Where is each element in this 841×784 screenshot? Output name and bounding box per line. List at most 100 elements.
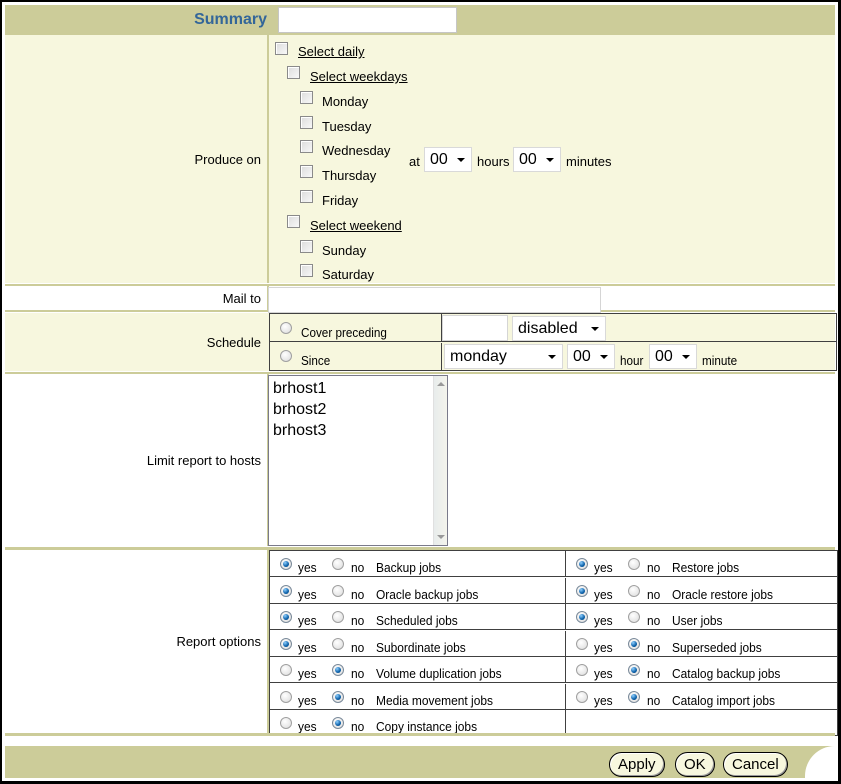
hours-select-value: 00	[430, 151, 448, 168]
at-label: at	[409, 154, 420, 169]
no-radio[interactable]	[332, 637, 344, 650]
tuesday-checkbox[interactable]	[300, 116, 313, 129]
host-option[interactable]: brhost3	[269, 420, 326, 441]
mail-to-label: Mail to	[222, 290, 261, 306]
yes-radio[interactable]	[280, 558, 292, 570]
yes-radio[interactable]	[576, 690, 588, 703]
thursday-checkbox[interactable]	[300, 165, 313, 178]
ok-button[interactable]: OK	[675, 752, 715, 777]
yes-radio[interactable]	[576, 664, 588, 676]
column-divider	[441, 343, 442, 371]
since-label: Since	[301, 353, 331, 368]
select-weekend-link[interactable]: Select weekend	[310, 218, 402, 233]
report-option-cell: yes no Scheduled jobs	[270, 604, 566, 630]
chevron-down-icon	[600, 355, 608, 359]
yes-radio[interactable]	[576, 637, 588, 650]
chevron-down-icon	[546, 158, 554, 162]
select-weekdays-checkbox[interactable]	[287, 66, 300, 79]
footer-bar: Apply OK Cancel	[5, 746, 835, 778]
no-label: no	[351, 639, 365, 655]
since-radio[interactable]	[280, 350, 292, 362]
minutes-select-value: 00	[519, 151, 537, 168]
column-divider	[267, 35, 269, 283]
minutes-select[interactable]: 00	[513, 147, 561, 172]
wednesday-checkbox[interactable]	[300, 140, 313, 153]
summary-input[interactable]	[278, 7, 457, 33]
wednesday-label: Wednesday	[322, 143, 391, 158]
since-day-select[interactable]: monday	[444, 344, 563, 369]
report-option-label: Media movement jobs	[376, 692, 493, 708]
schedule-label: Schedule	[206, 334, 261, 350]
yes-label: yes	[594, 639, 613, 655]
no-radio[interactable]	[628, 664, 640, 676]
report-option-cell: yes no Oracle backup jobs	[270, 577, 566, 604]
no-radio[interactable]	[332, 664, 344, 676]
no-radio[interactable]	[628, 558, 640, 570]
report-option-cell: yes no Superseded jobs	[566, 631, 837, 657]
no-radio[interactable]	[332, 584, 344, 597]
no-radio[interactable]	[332, 690, 344, 703]
cover-preceding-row: Cover preceding disabled	[270, 314, 836, 342]
yes-radio[interactable]	[280, 690, 292, 703]
scroll-up-icon[interactable]	[437, 382, 445, 386]
hosts-listbox[interactable]: brhost1 brhost2 brhost3	[268, 375, 448, 546]
cover-preceding-unit-value: disabled	[518, 320, 578, 337]
saturday-checkbox[interactable]	[300, 264, 313, 277]
report-option-cell: yes no Catalog import jobs	[566, 684, 837, 710]
no-label: no	[351, 692, 365, 708]
yes-radio[interactable]	[576, 584, 588, 597]
hosts-scrollbar[interactable]	[433, 376, 447, 545]
hours-select[interactable]: 00	[424, 147, 472, 172]
no-radio[interactable]	[628, 690, 640, 703]
no-radio[interactable]	[332, 717, 344, 729]
footer-divider	[5, 733, 835, 736]
host-option[interactable]: brhost1	[269, 378, 326, 399]
no-radio[interactable]	[332, 611, 344, 623]
no-radio[interactable]	[628, 611, 640, 623]
scroll-down-icon[interactable]	[437, 535, 445, 539]
since-hour-select[interactable]: 00	[567, 344, 615, 369]
yes-label: yes	[298, 560, 317, 575]
yes-radio[interactable]	[576, 611, 588, 623]
mail-to-input[interactable]	[268, 287, 601, 313]
select-daily-checkbox[interactable]	[275, 42, 288, 55]
select-daily-link[interactable]: Select daily	[298, 44, 364, 59]
no-radio[interactable]	[628, 584, 640, 597]
yes-radio[interactable]	[280, 637, 292, 650]
cover-preceding-unit-select[interactable]: disabled	[512, 316, 606, 341]
select-weekdays-link[interactable]: Select weekdays	[310, 69, 408, 84]
since-minute-select[interactable]: 00	[649, 344, 697, 369]
yes-label: yes	[298, 666, 317, 681]
schedule-row: Schedule Cover preceding disabled Since …	[5, 313, 837, 371]
friday-checkbox[interactable]	[300, 190, 313, 203]
yes-radio[interactable]	[280, 584, 292, 597]
cover-preceding-radio[interactable]	[280, 322, 292, 334]
host-option[interactable]: brhost2	[269, 399, 326, 420]
hours-label: hours	[477, 154, 510, 169]
apply-button[interactable]: Apply	[609, 752, 665, 777]
report-option-cell: yes no Catalog backup jobs	[566, 657, 837, 683]
no-radio[interactable]	[628, 637, 640, 650]
report-option-cell: yes no Restore jobs	[566, 551, 837, 577]
select-weekend-checkbox[interactable]	[287, 215, 300, 228]
yes-label: yes	[594, 560, 613, 575]
since-hour-value: 00	[573, 348, 591, 365]
monday-checkbox[interactable]	[300, 91, 313, 104]
yes-radio[interactable]	[280, 664, 292, 676]
chevron-down-icon	[457, 158, 465, 162]
sunday-label: Sunday	[322, 243, 367, 258]
report-option-label: Catalog import jobs	[672, 692, 776, 708]
cover-preceding-amount-input[interactable]	[442, 315, 508, 341]
yes-radio[interactable]	[280, 717, 292, 729]
cancel-button[interactable]: Cancel	[723, 752, 788, 777]
report-option-label: User jobs	[672, 613, 723, 628]
report-option-cell: yes no Subordinate jobs	[270, 630, 566, 657]
yes-radio[interactable]	[280, 611, 292, 623]
report-option-label: Backup jobs	[376, 560, 442, 575]
no-label: no	[351, 586, 365, 602]
sunday-checkbox[interactable]	[300, 240, 313, 253]
no-radio[interactable]	[332, 558, 344, 570]
yes-radio[interactable]	[576, 558, 588, 570]
yes-label: yes	[298, 613, 317, 628]
monday-label: Monday	[322, 94, 369, 109]
